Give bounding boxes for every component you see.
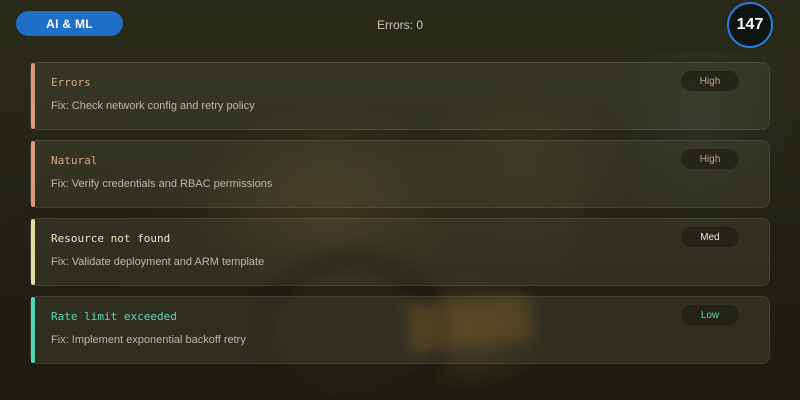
card-accent-bar [31, 141, 35, 207]
card-fix-text: Fix: Verify credentials and RBAC permiss… [51, 178, 273, 190]
card-fix-text: Fix: Check network config and retry poli… [51, 100, 255, 112]
error-card-errors[interactable]: Errors Fix: Check network config and ret… [30, 62, 770, 130]
error-card-rate-limit[interactable]: Rate limit exceeded Fix: Implement expon… [30, 296, 770, 364]
error-status-text: Errors: 0 [376, 18, 423, 32]
severity-badge: High [681, 71, 739, 91]
count-badge: 147 [727, 2, 773, 48]
card-title: Rate limit exceeded [51, 310, 177, 323]
severity-badge: High [681, 149, 739, 169]
card-fix-text: Fix: Implement exponential backoff retry [51, 334, 246, 346]
card-accent-bar [31, 297, 35, 363]
card-title: Natural [51, 154, 98, 167]
card-title: Errors [51, 76, 91, 89]
top-bar: AI & ML Errors: 0 147 [0, 0, 800, 50]
severity-badge: Low [681, 305, 739, 325]
error-card-resource-not-found[interactable]: Resource not found Fix: Validate deploym… [30, 218, 770, 286]
card-accent-bar [31, 219, 35, 285]
severity-badge: Med [681, 227, 739, 247]
card-fix-text: Fix: Validate deployment and ARM templat… [51, 256, 265, 268]
card-title: Resource not found [51, 232, 171, 245]
error-card-natural[interactable]: Natural Fix: Verify credentials and RBAC… [30, 140, 770, 208]
category-pill-button[interactable]: AI & ML [16, 11, 123, 36]
card-accent-bar [31, 63, 35, 129]
